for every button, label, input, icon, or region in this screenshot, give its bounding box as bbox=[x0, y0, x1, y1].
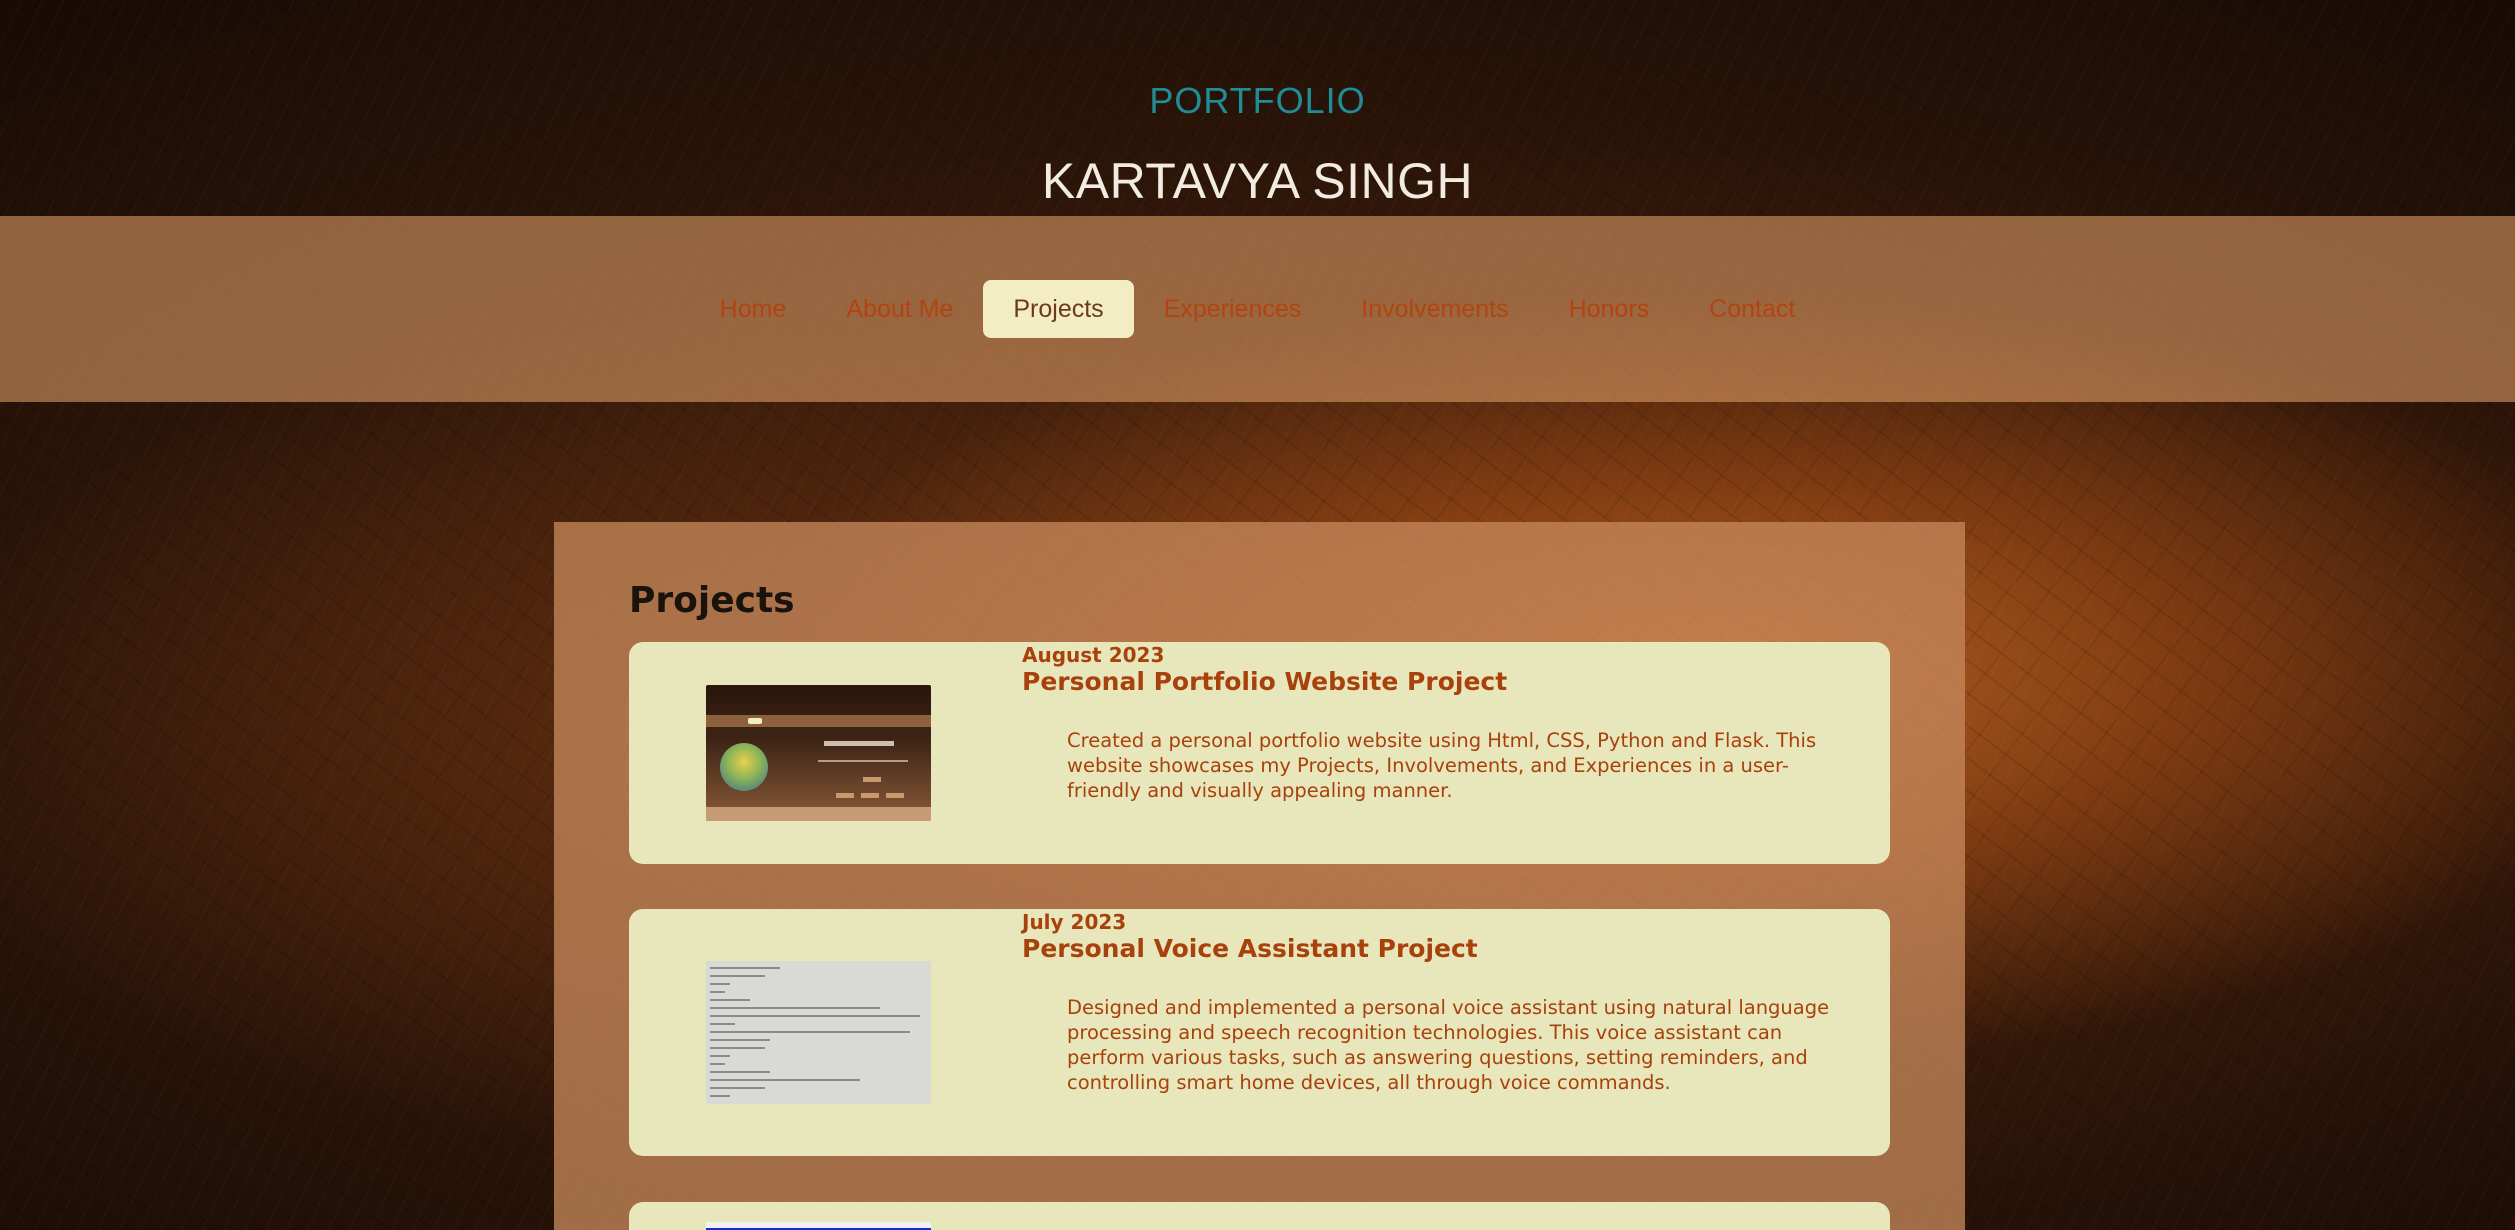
nav-involvements[interactable]: Involvements bbox=[1331, 280, 1538, 338]
project-card bbox=[629, 1202, 1890, 1230]
nav-projects[interactable]: Projects bbox=[983, 280, 1134, 338]
site-header: PORTFOLIO KARTAVYA SINGH bbox=[0, 0, 2515, 216]
voice-assistant-console-thumbnail bbox=[706, 961, 931, 1104]
project-card: July 2023 Personal Voice Assistant Proje… bbox=[629, 909, 1890, 1156]
site-name: KARTAVYA SINGH bbox=[1041, 153, 1474, 209]
project-description: Designed and implemented a personal voic… bbox=[1067, 996, 1830, 1094]
portfolio-screenshot-thumbnail bbox=[706, 685, 931, 821]
nav-bar: Home About Me Projects Experiences Invol… bbox=[0, 216, 2515, 402]
page-title: Projects bbox=[629, 579, 795, 621]
nav-about-me[interactable]: About Me bbox=[816, 280, 983, 338]
nav-honors[interactable]: Honors bbox=[1539, 280, 1680, 338]
nav-home[interactable]: Home bbox=[690, 280, 817, 338]
project-thumbnail bbox=[706, 1222, 931, 1230]
project-date: August 2023 bbox=[1022, 643, 1165, 667]
project-title: Personal Voice Assistant Project bbox=[1022, 934, 1478, 963]
nav-contact[interactable]: Contact bbox=[1679, 280, 1825, 338]
portfolio-label: PORTFOLIO bbox=[1149, 80, 1366, 121]
main-nav: Home About Me Projects Experiences Invol… bbox=[0, 280, 2515, 338]
project-description: Created a personal portfolio website usi… bbox=[1067, 729, 1817, 802]
nav-experiences[interactable]: Experiences bbox=[1134, 280, 1332, 338]
projects-panel: Projects August 2023 Personal Portfolio … bbox=[554, 522, 1965, 1230]
project-title: Personal Portfolio Website Project bbox=[1022, 667, 1508, 696]
project-date: July 2023 bbox=[1022, 910, 1127, 934]
project-card: August 2023 Personal Portfolio Website P… bbox=[629, 642, 1890, 864]
